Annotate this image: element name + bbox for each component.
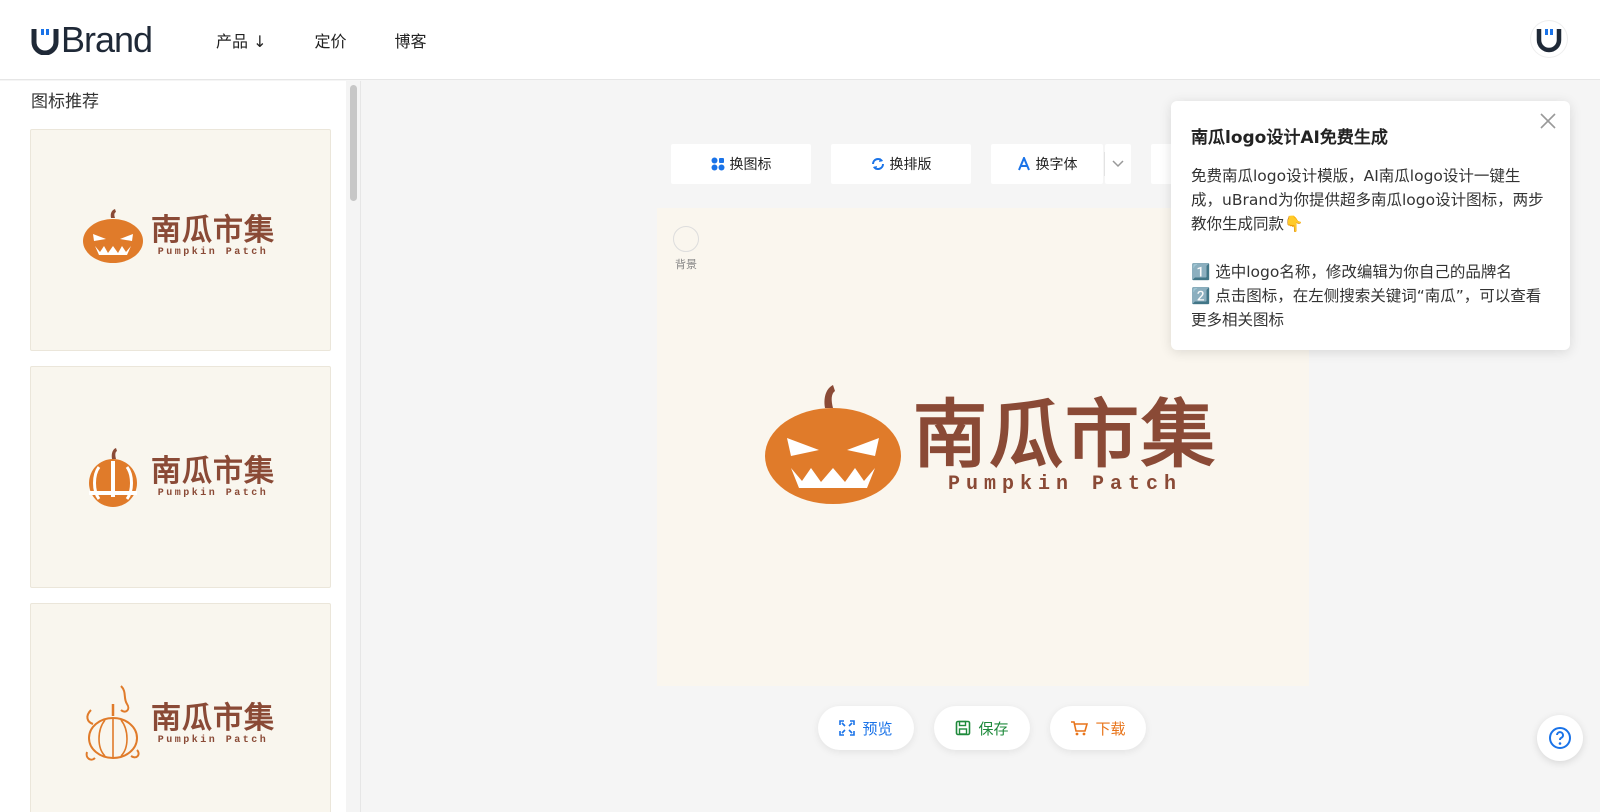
download-button[interactable]: 下载 bbox=[1050, 706, 1146, 750]
pumpkin-circle-icon bbox=[89, 448, 137, 507]
card-name-en: Pumpkin Patch bbox=[157, 247, 269, 258]
card-logo: 南瓜市集 Pumpkin Patch bbox=[81, 682, 275, 766]
shopping-cart-icon bbox=[1071, 721, 1089, 736]
save-label: 保存 bbox=[978, 719, 1009, 738]
change-font-button[interactable]: 换字体 bbox=[991, 144, 1103, 184]
preview-label: 预览 bbox=[862, 719, 893, 738]
toolbar-divider bbox=[1104, 152, 1105, 176]
card-name-cn: 南瓜市集 bbox=[151, 454, 275, 489]
refresh-icon bbox=[871, 158, 884, 170]
background-color-swatch[interactable] bbox=[673, 226, 699, 252]
font-a-icon bbox=[1017, 157, 1030, 171]
close-icon[interactable] bbox=[1538, 111, 1558, 131]
save-button[interactable]: 保存 bbox=[934, 706, 1030, 750]
change-layout-button[interactable]: 换排版 bbox=[831, 144, 971, 184]
main-nav: 产品 ↓ 定价 博客 bbox=[216, 28, 427, 52]
preview-button[interactable]: 预览 bbox=[818, 706, 914, 750]
logo-template-card[interactable]: 南瓜市集 Pumpkin Patch bbox=[30, 603, 331, 812]
top-header: Brand 产品 ↓ 定价 博客 bbox=[0, 0, 1600, 80]
user-avatar[interactable] bbox=[1531, 21, 1567, 57]
card-name-en: Pumpkin Patch bbox=[157, 488, 269, 499]
change-font-label: 换字体 bbox=[1035, 157, 1078, 173]
popup-spacer bbox=[1191, 236, 1550, 260]
font-options-dropdown[interactable] bbox=[1105, 144, 1131, 184]
nav-blog[interactable]: 博客 bbox=[395, 28, 427, 52]
icon-recommend-sidebar: 图标推荐 南瓜市集 Pumpkin Patch 南瓜市集 Pumpkin Pat… bbox=[0, 81, 361, 812]
card-logo: 南瓜市集 Pumpkin Patch bbox=[81, 208, 275, 264]
popup-step-1: 1️⃣ 选中logo名称，修改编辑为你自己的品牌名 bbox=[1191, 263, 1512, 281]
sidebar-scrollbar[interactable] bbox=[346, 81, 360, 812]
logo-template-card[interactable]: 南瓜市集 Pumpkin Patch bbox=[30, 129, 331, 351]
popup-body: 免费南瓜logo设计模版，AI南瓜logo设计一键生成，uBrand为你提供超多… bbox=[1191, 164, 1550, 332]
avatar-u-icon bbox=[1536, 29, 1562, 53]
change-icon-button[interactable]: 换图标 bbox=[671, 144, 811, 184]
logo-name-cn[interactable]: 南瓜市集 bbox=[913, 395, 1217, 475]
nav-pricing[interactable]: 定价 bbox=[315, 28, 347, 52]
change-layout-label: 换排版 bbox=[889, 157, 932, 173]
brand-logo[interactable]: Brand bbox=[31, 19, 153, 60]
scrollbar-thumb[interactable] bbox=[350, 85, 357, 201]
main-logo[interactable]: 南瓜市集 Pumpkin Patch bbox=[763, 384, 1217, 506]
logo-template-card[interactable]: 南瓜市集 Pumpkin Patch bbox=[30, 366, 331, 588]
shapes-icon bbox=[711, 157, 724, 171]
chevron-down-icon bbox=[1112, 160, 1124, 168]
jack-o-lantern-icon bbox=[83, 209, 143, 263]
download-label: 下载 bbox=[1095, 719, 1126, 738]
change-icon-label: 换图标 bbox=[729, 157, 772, 173]
tip-popup: 南瓜logo设计AI免费生成 免费南瓜logo设计模版，AI南瓜logo设计一键… bbox=[1171, 101, 1570, 350]
popup-step-2: 2️⃣ 点击图标，在左侧搜索关键词“南瓜”，可以查看更多相关图标 bbox=[1191, 287, 1542, 329]
card-name-cn: 南瓜市集 bbox=[151, 213, 275, 248]
expand-icon bbox=[839, 720, 856, 736]
pumpkin-vine-icon bbox=[85, 685, 140, 761]
logo-name-en[interactable]: Pumpkin Patch bbox=[948, 473, 1182, 496]
nav-products[interactable]: 产品 ↓ bbox=[216, 28, 267, 52]
card-logo: 南瓜市集 Pumpkin Patch bbox=[81, 445, 275, 509]
jack-o-lantern-icon[interactable] bbox=[763, 384, 903, 506]
brand-u-icon bbox=[31, 29, 59, 55]
floppy-disk-icon bbox=[956, 720, 971, 736]
popup-intro: 免费南瓜logo设计模版，AI南瓜logo设计一键生成，uBrand为你提供超多… bbox=[1191, 167, 1544, 233]
card-name-en: Pumpkin Patch bbox=[157, 735, 269, 746]
brand-name: Brand bbox=[61, 19, 153, 60]
background-label: 背景 bbox=[675, 258, 697, 271]
card-name-cn: 南瓜市集 bbox=[151, 701, 275, 736]
help-button[interactable] bbox=[1537, 715, 1583, 761]
popup-title: 南瓜logo设计AI免费生成 bbox=[1191, 128, 1388, 148]
sidebar-title: 图标推荐 bbox=[31, 92, 99, 112]
question-mark-icon bbox=[1549, 727, 1571, 749]
